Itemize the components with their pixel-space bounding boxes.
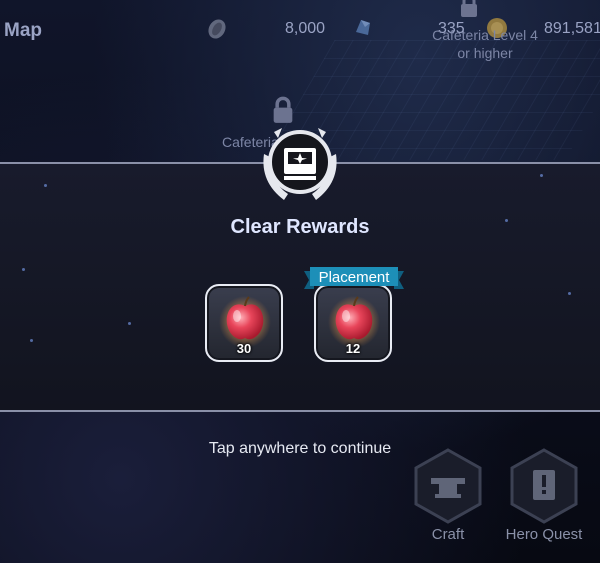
reward-item-apple-30[interactable]: 30 (205, 284, 283, 362)
dialog-title: Clear Rewards (230, 216, 370, 238)
apple-icon (328, 296, 380, 348)
placement-ribbon: Placement (304, 267, 404, 289)
clear-reward-emblem-icon (263, 128, 337, 200)
coin-icon (208, 19, 226, 39)
placement-tag: Placement (318, 269, 390, 286)
lock-icon (461, 0, 477, 17)
craft-label: Craft (431, 526, 465, 543)
reward-item-apple-12[interactable]: 12 (314, 284, 392, 362)
sparkle (44, 184, 47, 187)
reward-quantity: 30 (236, 341, 252, 356)
sparkle (22, 268, 25, 271)
sparkle (128, 322, 131, 325)
craft-button[interactable] (413, 448, 483, 524)
hero-quest-button[interactable] (509, 448, 579, 524)
top-bar: Map 8,000 335 891,581 Cafeteria Level 4 … (0, 0, 600, 61)
sparkle (30, 339, 33, 342)
map-label[interactable]: Map (4, 20, 42, 42)
resource-1-value: 8,000 (285, 20, 326, 37)
locked-requirement-caption: Cafeteria Level 4 or higher (432, 27, 538, 61)
reward-quantity: 12 (345, 341, 361, 356)
sparkle (568, 292, 571, 295)
sparkle (540, 174, 543, 177)
building-lock-icon (273, 96, 293, 123)
apple-icon (219, 296, 271, 348)
hero-quest-label: Hero Quest (505, 526, 583, 543)
crystal-icon (356, 20, 370, 35)
